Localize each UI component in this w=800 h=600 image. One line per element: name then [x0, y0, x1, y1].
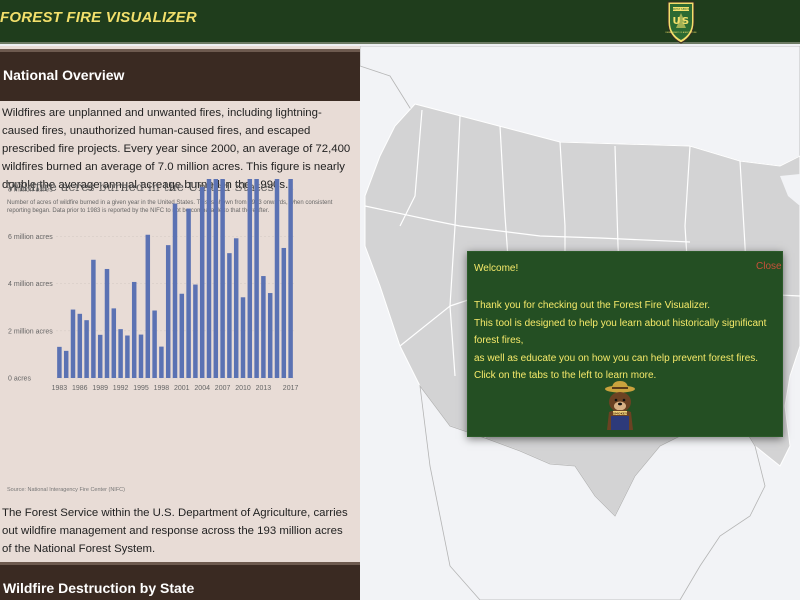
chart-bar — [288, 179, 293, 378]
modal-title: Welcome! — [474, 263, 519, 274]
chart-bar — [159, 346, 164, 378]
chart-xtick-label: 2001 — [174, 385, 190, 392]
chart-xtick-label: 1992 — [113, 385, 129, 392]
chart-ytick-label: 2 million acres — [8, 328, 53, 335]
wildfire-acres-chart: Wildfire acres burned in the United Stat… — [4, 179, 356, 501]
chart-bar — [131, 281, 137, 378]
app-title: FOREST FIRE VISUALIZER — [0, 9, 197, 26]
modal-line: Thank you for checking out the Forest Fi… — [474, 300, 711, 311]
logo-text-bottom: DEPARTMENT OF AGRICULTURE — [665, 31, 697, 34]
chart-bar — [206, 179, 212, 378]
chart-bar — [254, 179, 259, 378]
welcome-modal: Welcome! Close Thank you for checking ou… — [467, 251, 783, 437]
chart-xtick-label: 2017 — [283, 385, 299, 392]
chart-bar — [97, 334, 103, 378]
chart-bar — [77, 313, 83, 378]
section-header-destruction-by-state[interactable]: Wildfire Destruction by State — [0, 562, 360, 600]
chart-bar — [193, 284, 198, 378]
chart-bar — [165, 245, 171, 378]
smokey-badge-text: SMOKEY — [613, 411, 628, 415]
chart-xtick-label: 1989 — [92, 385, 108, 392]
forest-service-shield-logo: FOREST SERVICE U S DEPARTMENT OF AGRICUL… — [665, 1, 697, 44]
chart-ytick-label: 8 million acres — [8, 187, 53, 194]
chart-bar — [172, 203, 178, 378]
chart-bar — [63, 350, 69, 378]
modal-line: as well as educate you on how you can he… — [474, 352, 759, 364]
chart-bar — [247, 179, 253, 378]
chart-xtick-label: 1995 — [133, 385, 149, 392]
chart-bar — [118, 329, 123, 378]
chart-xtick-label: 1983 — [52, 385, 68, 392]
chart-bar — [152, 310, 157, 378]
chart-bar — [91, 259, 96, 378]
chart-bar — [125, 335, 130, 378]
chart-bar — [57, 346, 62, 378]
chart-source: Source: National Interagency Fire Center… — [7, 487, 125, 493]
chart-bar — [104, 268, 110, 378]
chart-bar — [240, 297, 246, 378]
closing-paragraph: The Forest Service within the U.S. Depar… — [2, 507, 348, 555]
chart-bar — [70, 309, 76, 378]
chart-bar — [261, 276, 266, 378]
chart-plot: 0 acres 2 million acres 4 million acres 6 m… — [8, 179, 299, 392]
chart-ytick-label: 6 million acres — [8, 234, 53, 241]
chart-bar — [179, 293, 185, 378]
chart-bar — [199, 186, 205, 378]
section-header-national-overview[interactable]: National Overview — [0, 49, 360, 101]
section-title: National Overview — [3, 67, 125, 83]
section-title: Wildfire Destruction by State — [3, 580, 195, 596]
chart-bar — [274, 179, 280, 378]
chart-bar — [84, 320, 89, 378]
chart-bar — [213, 179, 219, 378]
smokey-bear-icon: SMOKEY — [605, 381, 635, 430]
chart-ytick-label: 4 million acres — [8, 281, 53, 288]
chart-xtick-label: 1998 — [154, 385, 170, 392]
logo-text-top: FOREST SERVICE — [670, 7, 692, 11]
chart-bar — [233, 238, 239, 378]
chart-bar — [145, 234, 151, 378]
chart-bar — [186, 208, 191, 378]
chart-xtick-label: 2010 — [235, 385, 251, 392]
chart-bar — [138, 334, 144, 378]
modal-body: Thank you for checking out the Forest Fi… — [474, 297, 780, 385]
chart-bar — [281, 247, 287, 378]
chart-xtick-label: 2004 — [194, 385, 210, 392]
sidebar[interactable]: National Overview Wildfires are unplanne… — [0, 46, 360, 600]
chart-bar — [220, 179, 225, 378]
modal-line: This tool is designed to help you learn … — [474, 317, 767, 347]
chart-xtick-label: 2013 — [256, 385, 272, 392]
chart-xtick-label: 1986 — [72, 385, 88, 392]
chart-bar — [111, 308, 117, 378]
chart-ytick-label: 0 acres — [8, 376, 31, 383]
app-header: FOREST FIRE VISUALIZER FOREST SERVICE U … — [0, 0, 800, 44]
close-button[interactable]: Close — [756, 261, 782, 272]
chart-bar — [227, 253, 232, 378]
chart-xtick-label: 2007 — [215, 385, 231, 392]
chart-bar — [267, 293, 273, 378]
